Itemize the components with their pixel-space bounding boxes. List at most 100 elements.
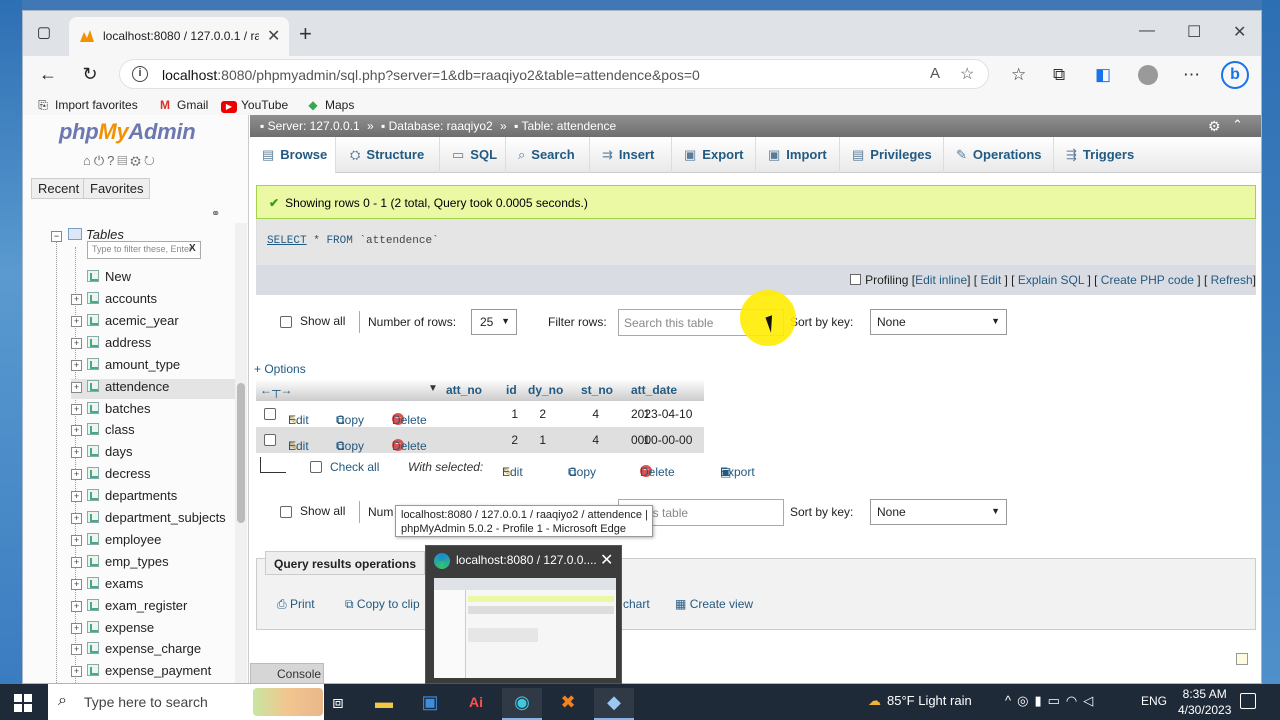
browser-tab[interactable]: localhost:8080 / 127.0.0.1 / raaqiyo2 / … xyxy=(69,17,289,56)
tree-item-new[interactable]: New xyxy=(87,269,131,289)
column-header-st-no[interactable]: st_no xyxy=(581,383,613,397)
create-php-code-link[interactable]: Create PHP code xyxy=(1101,273,1194,287)
edge-taskbar-icon[interactable]: ◉ xyxy=(502,688,542,720)
close-window-icon[interactable]: ✕ xyxy=(1233,22,1246,42)
tree-item-expense-payment[interactable]: + expense_payment xyxy=(71,663,211,683)
close-preview-icon[interactable]: ✕ xyxy=(600,550,613,570)
column-header-dy-no[interactable]: dy_no xyxy=(528,383,563,397)
expand-icon[interactable]: + xyxy=(71,622,82,634)
site-info-icon[interactable]: i xyxy=(132,66,148,82)
create-view-link[interactable]: ▦ Create view xyxy=(675,597,753,611)
tab-browse[interactable]: ▤ Browse xyxy=(250,137,336,173)
cell-id[interactable]: 1 xyxy=(506,433,546,447)
edit-inline-link[interactable]: Edit inline xyxy=(915,273,967,287)
cell-dy-no[interactable]: 4 xyxy=(559,407,599,421)
tree-item-address[interactable]: + address xyxy=(71,335,151,355)
column-header-att-date[interactable]: att_date xyxy=(631,383,677,397)
tab-structure[interactable]: ⛭ Structure xyxy=(336,137,440,173)
breadcrumb-table[interactable]: ▪ Table: attendence xyxy=(514,119,616,133)
show-hidden-icons-icon[interactable]: ^ xyxy=(1005,693,1017,708)
expand-icon[interactable]: + xyxy=(71,534,82,546)
clear-filter-icon[interactable]: X xyxy=(189,243,196,254)
expand-icon[interactable]: + xyxy=(71,513,82,524)
column-arrows-icon[interactable]: ←┬→ xyxy=(260,383,293,397)
address-bar[interactable]: i localhost:8080/phpmyadmin/sql.php?serv… xyxy=(119,59,989,89)
collections-icon[interactable]: ⧉ xyxy=(1053,65,1065,85)
sort-options-icon[interactable]: ▼ xyxy=(428,383,438,394)
tab-operations[interactable]: ✎ Operations xyxy=(944,137,1054,173)
favorite-gmail[interactable]: M Gmail xyxy=(157,98,208,112)
clock[interactable]: 8:35 AM 4/30/2023 xyxy=(1178,686,1231,718)
close-tab-icon[interactable]: ✕ xyxy=(267,26,280,46)
tab-import[interactable]: ▣ Import xyxy=(756,137,840,173)
expand-icon[interactable]: + xyxy=(71,337,82,349)
tree-item-exam-register[interactable]: + exam_register xyxy=(71,598,187,618)
print-link[interactable]: ⎙ Print xyxy=(277,597,315,612)
extension-icon[interactable]: ◧ xyxy=(1095,65,1111,85)
options-link[interactable]: + Options xyxy=(254,362,306,376)
tree-item-accounts[interactable]: + accounts xyxy=(71,291,157,311)
tree-item-exams[interactable]: + exams xyxy=(71,576,143,596)
tree-item-acemic-year[interactable]: + acemic_year xyxy=(71,313,179,333)
tree-item-expense[interactable]: + expense xyxy=(71,620,154,640)
show-all-checkbox[interactable] xyxy=(280,316,292,328)
row-checkbox[interactable] xyxy=(264,408,276,420)
tree-item-decress[interactable]: + decress xyxy=(71,466,151,486)
collapse-icon[interactable]: − xyxy=(51,231,62,242)
breadcrumb-server[interactable]: ▪ Server: 127.0.0.1 xyxy=(260,119,360,133)
taskbar-search[interactable]: ⌕ Type here to search xyxy=(48,684,324,720)
tab-export[interactable]: ▣ Export xyxy=(672,137,756,173)
expand-icon[interactable]: + xyxy=(71,359,82,371)
copy-to-clipboard-link[interactable]: ⧉ Copy to clip xyxy=(345,597,420,612)
file-explorer-icon[interactable]: ▬ xyxy=(364,688,404,720)
cell-id[interactable]: 2 xyxy=(506,407,546,421)
refresh-link[interactable]: Refresh xyxy=(1211,273,1253,287)
windows-start-icon[interactable] xyxy=(14,694,32,712)
expand-icon[interactable]: + xyxy=(71,556,82,568)
preview-thumbnail[interactable] xyxy=(434,578,616,678)
new-tab-icon[interactable]: + xyxy=(299,21,312,47)
console-tab[interactable]: Console xyxy=(250,663,324,683)
expand-icon[interactable]: + xyxy=(71,491,82,503)
taskbar-window-preview[interactable]: localhost:8080 / 127.0.0.... ✕ xyxy=(425,545,622,684)
favorite-maps[interactable]: ◆ Maps xyxy=(305,98,354,112)
column-header-id[interactable]: id xyxy=(506,383,517,397)
tree-item-class[interactable]: + class xyxy=(71,422,135,442)
bing-icon[interactable]: b xyxy=(1221,61,1249,89)
illustrator-icon[interactable]: Ai xyxy=(456,688,496,720)
minimize-icon[interactable]: — xyxy=(1139,22,1155,40)
phpmyadmin-logo[interactable]: phpMyAdmin xyxy=(59,119,196,145)
expand-icon[interactable]: + xyxy=(71,403,82,415)
maximize-icon[interactable]: ☐ xyxy=(1187,22,1201,42)
settings-icon[interactable]: ⚙ xyxy=(130,153,144,168)
microphone-icon[interactable]: ▮ xyxy=(1034,693,1047,708)
favorite-star-icon[interactable]: ☆ xyxy=(960,64,974,84)
tree-item-attendence[interactable]: + attendence xyxy=(71,378,235,399)
expand-icon[interactable]: + xyxy=(71,447,82,459)
sidebar-scrollbar[interactable] xyxy=(235,223,247,683)
home-icon[interactable]: ⌂ xyxy=(83,153,94,168)
check-all-checkbox[interactable] xyxy=(310,461,322,473)
volume-icon[interactable]: ◁ xyxy=(1083,693,1099,708)
tab-sql[interactable]: ▭ SQL xyxy=(440,137,506,173)
more-menu-icon[interactable]: ⋯ xyxy=(1183,65,1200,85)
weather-widget[interactable]: ☁ 85°F Light rain xyxy=(868,693,972,709)
network-icon[interactable]: ◠ xyxy=(1066,693,1083,708)
cell-dy-no[interactable]: 4 xyxy=(559,433,599,447)
explain-sql-link[interactable]: Explain SQL xyxy=(1018,273,1084,287)
xampp-icon[interactable]: ✖ xyxy=(548,688,588,720)
column-header-att-no[interactable]: att_no xyxy=(446,383,482,397)
expand-icon[interactable]: + xyxy=(71,644,82,656)
row-checkbox[interactable] xyxy=(264,434,276,446)
read-aloud-icon[interactable]: A xyxy=(930,65,940,82)
notifications-icon[interactable] xyxy=(1240,693,1256,709)
logout-icon[interactable]: ⏻ xyxy=(94,153,107,168)
number-of-rows-select[interactable]: 25 ▼ xyxy=(471,309,517,335)
tab-search[interactable]: ⌕ Search xyxy=(506,137,590,173)
tree-item-employee[interactable]: + employee xyxy=(71,532,161,552)
tree-item-batches[interactable]: + batches xyxy=(71,401,151,421)
show-all-checkbox[interactable] xyxy=(280,506,292,518)
table-filter-input[interactable]: Type to filter these, Enter xyxy=(87,241,201,259)
expand-icon[interactable]: + xyxy=(71,294,82,305)
expand-icon[interactable]: + xyxy=(71,578,82,590)
